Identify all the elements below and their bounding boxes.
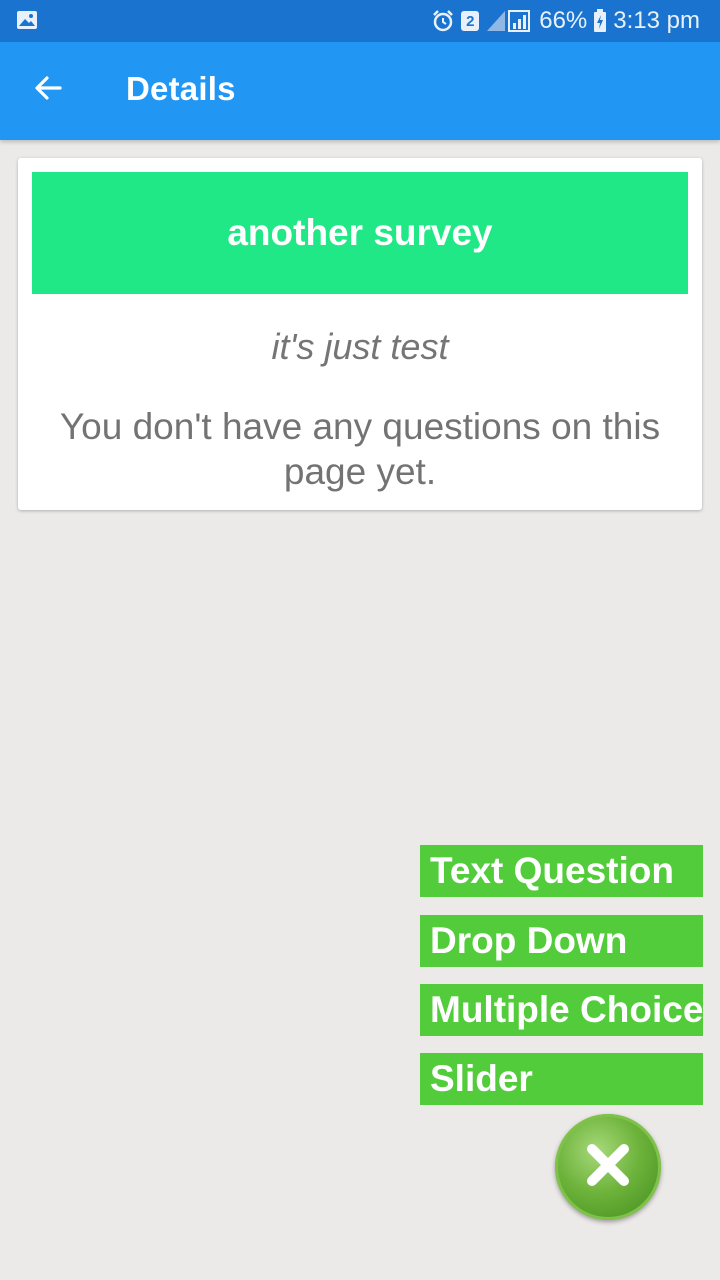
- survey-title: another survey: [227, 212, 493, 253]
- close-icon: [580, 1137, 636, 1198]
- back-button[interactable]: [24, 64, 72, 116]
- close-menu-button[interactable]: [555, 1114, 661, 1220]
- status-icons: 2 66% 3:13 pm: [431, 0, 700, 42]
- status-bar: 2 66% 3:13 pm: [0, 0, 720, 42]
- gallery-icon: [16, 10, 38, 30]
- app-bar: Details: [0, 42, 720, 140]
- empty-questions-message: You don't have any questions on this pag…: [59, 406, 661, 492]
- sim-badge: 2: [461, 11, 480, 31]
- battery-icon: [593, 9, 607, 33]
- alarm-icon: [431, 9, 455, 33]
- add-multiple-choice-button[interactable]: Multiple Choice: [420, 984, 703, 1036]
- add-text-question-button[interactable]: Text Question: [420, 845, 703, 897]
- survey-banner: another survey: [32, 172, 688, 294]
- add-slider-button[interactable]: Slider: [420, 1053, 703, 1105]
- survey-description: it's just test: [271, 326, 449, 367]
- add-drop-down-button[interactable]: Drop Down: [420, 915, 703, 967]
- survey-card: another survey it's just test You don't …: [18, 158, 702, 510]
- arrow-left-icon: [32, 72, 64, 109]
- battery-percent: 66%: [539, 7, 588, 34]
- signal-icon: [485, 9, 533, 33]
- clock: 3:13 pm: [613, 7, 700, 34]
- page-title: Details: [126, 70, 236, 107]
